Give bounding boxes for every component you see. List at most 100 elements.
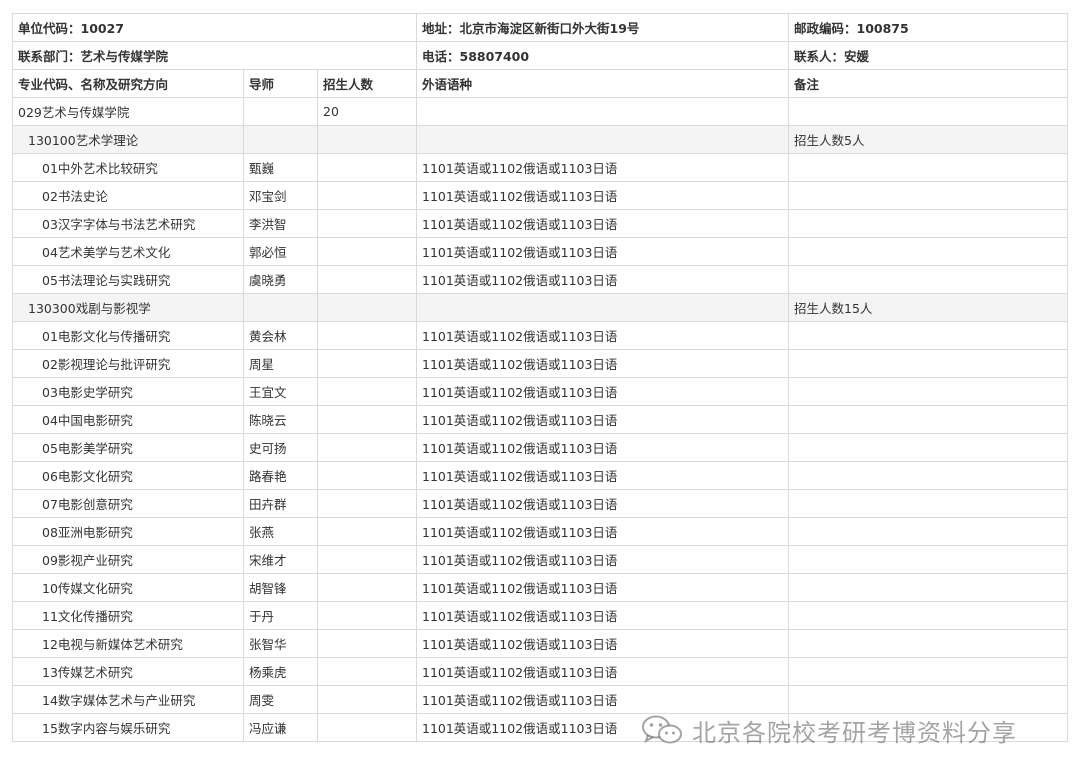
advisor-name: 陈晓云	[243, 405, 318, 434]
direction-count	[317, 405, 417, 434]
foreign-language: 1101英语或1102俄语或1103日语	[416, 545, 789, 574]
direction-name: 04艺术美学与艺术文化	[12, 237, 244, 266]
subject-name: 130300戏剧与影视学	[12, 293, 244, 322]
college-name: 029艺术与传媒学院	[12, 97, 244, 126]
direction-note	[788, 601, 1068, 630]
foreign-language: 1101英语或1102俄语或1103日语	[416, 209, 789, 238]
direction-note	[788, 377, 1068, 406]
foreign-language: 1101英语或1102俄语或1103日语	[416, 377, 789, 406]
foreign-language: 1101英语或1102俄语或1103日语	[416, 433, 789, 462]
direction-note	[788, 461, 1068, 490]
subject-advisor	[243, 125, 318, 154]
postal-code: 邮政编码：100875	[788, 13, 1068, 42]
direction-row: 12电视与新媒体艺术研究 张智华 1101英语或1102俄语或1103日语	[12, 629, 1068, 658]
advisor-name: 路春艳	[243, 461, 318, 490]
foreign-language: 1101英语或1102俄语或1103日语	[416, 629, 789, 658]
column-header: 外语语种	[416, 69, 789, 98]
direction-note	[788, 545, 1068, 574]
direction-count	[317, 153, 417, 182]
advisor-name: 田卉群	[243, 489, 318, 518]
direction-note	[788, 181, 1068, 210]
direction-note	[788, 657, 1068, 686]
direction-note	[788, 349, 1068, 378]
direction-name: 03汉字字体与书法艺术研究	[12, 209, 244, 238]
foreign-language: 1101英语或1102俄语或1103日语	[416, 517, 789, 546]
foreign-language: 1101英语或1102俄语或1103日语	[416, 405, 789, 434]
foreign-language: 1101英语或1102俄语或1103日语	[416, 657, 789, 686]
foreign-language: 1101英语或1102俄语或1103日语	[416, 321, 789, 350]
direction-note	[788, 153, 1068, 182]
advisor-name: 张智华	[243, 629, 318, 658]
direction-name: 07电影创意研究	[12, 489, 244, 518]
advisor-name: 甄巍	[243, 153, 318, 182]
direction-row: 04中国电影研究 陈晓云 1101英语或1102俄语或1103日语	[12, 405, 1068, 434]
direction-name: 06电影文化研究	[12, 461, 244, 490]
address: 地址：北京市海淀区新街口外大街19号	[416, 13, 789, 42]
direction-row: 01中外艺术比较研究 甄巍 1101英语或1102俄语或1103日语	[12, 153, 1068, 182]
direction-count	[317, 545, 417, 574]
direction-row: 03电影史学研究 王宜文 1101英语或1102俄语或1103日语	[12, 377, 1068, 406]
subject-lang	[416, 125, 789, 154]
contact-department: 联系部门：艺术与传媒学院	[12, 41, 417, 70]
direction-count	[317, 573, 417, 602]
direction-name: 05电影美学研究	[12, 433, 244, 462]
direction-count	[317, 629, 417, 658]
advisor-name: 黄会林	[243, 321, 318, 350]
college-lang	[416, 97, 789, 126]
direction-row: 05书法理论与实践研究 虞晓勇 1101英语或1102俄语或1103日语	[12, 265, 1068, 294]
subject-advisor	[243, 293, 318, 322]
unit-code: 单位代码：10027	[12, 13, 417, 42]
direction-count	[317, 461, 417, 490]
foreign-language: 1101英语或1102俄语或1103日语	[416, 489, 789, 518]
direction-name: 08亚洲电影研究	[12, 517, 244, 546]
foreign-language: 1101英语或1102俄语或1103日语	[416, 573, 789, 602]
direction-row: 03汉字字体与书法艺术研究 李洪智 1101英语或1102俄语或1103日语	[12, 209, 1068, 238]
direction-note	[788, 405, 1068, 434]
foreign-language: 1101英语或1102俄语或1103日语	[416, 181, 789, 210]
foreign-language: 1101英语或1102俄语或1103日语	[416, 237, 789, 266]
direction-name: 03电影史学研究	[12, 377, 244, 406]
college-row: 029艺术与传媒学院 20	[12, 97, 1068, 126]
subject-name: 130100艺术学理论	[12, 125, 244, 154]
direction-count	[317, 349, 417, 378]
advisor-name: 邓宝剑	[243, 181, 318, 210]
direction-row: 13传媒艺术研究 杨乘虎 1101英语或1102俄语或1103日语	[12, 657, 1068, 686]
advisor-name: 冯应谦	[243, 713, 318, 742]
admissions-table: 单位代码：10027 地址：北京市海淀区新街口外大街19号 邮政编码：10087…	[12, 13, 1068, 742]
direction-count	[317, 517, 417, 546]
direction-note	[788, 209, 1068, 238]
direction-count	[317, 713, 417, 742]
subject-note: 招生人数15人	[788, 293, 1068, 322]
direction-row: 02影视理论与批评研究 周星 1101英语或1102俄语或1103日语	[12, 349, 1068, 378]
direction-row: 07电影创意研究 田卉群 1101英语或1102俄语或1103日语	[12, 489, 1068, 518]
subject-note: 招生人数5人	[788, 125, 1068, 154]
direction-row: 08亚洲电影研究 张燕 1101英语或1102俄语或1103日语	[12, 517, 1068, 546]
wechat-icon	[642, 715, 682, 744]
column-header: 招生人数	[317, 69, 417, 98]
direction-row: 09影视产业研究 宋维才 1101英语或1102俄语或1103日语	[12, 545, 1068, 574]
advisor-name: 杨乘虎	[243, 657, 318, 686]
direction-count	[317, 601, 417, 630]
advisor-name: 宋维才	[243, 545, 318, 574]
advisor-name: 周星	[243, 349, 318, 378]
direction-name: 10传媒文化研究	[12, 573, 244, 602]
subject-row: 130300戏剧与影视学 招生人数15人	[12, 293, 1068, 322]
direction-name: 11文化传播研究	[12, 601, 244, 630]
direction-name: 02影视理论与批评研究	[12, 349, 244, 378]
subject-row: 130100艺术学理论 招生人数5人	[12, 125, 1068, 154]
watermark-text: 北京各院校考研考博资料分享	[692, 718, 1017, 747]
column-header: 导师	[243, 69, 318, 98]
direction-name: 15数字内容与娱乐研究	[12, 713, 244, 742]
direction-row: 11文化传播研究 于丹 1101英语或1102俄语或1103日语	[12, 601, 1068, 630]
direction-name: 02书法史论	[12, 181, 244, 210]
direction-note	[788, 517, 1068, 546]
column-header: 备注	[788, 69, 1068, 98]
advisor-name: 李洪智	[243, 209, 318, 238]
direction-note	[788, 433, 1068, 462]
direction-count	[317, 377, 417, 406]
direction-name: 01电影文化与传播研究	[12, 321, 244, 350]
info-row-1: 单位代码：10027 地址：北京市海淀区新街口外大街19号 邮政编码：10087…	[12, 13, 1068, 42]
advisor-name: 周雯	[243, 685, 318, 714]
advisor-name: 虞晓勇	[243, 265, 318, 294]
foreign-language: 1101英语或1102俄语或1103日语	[416, 349, 789, 378]
